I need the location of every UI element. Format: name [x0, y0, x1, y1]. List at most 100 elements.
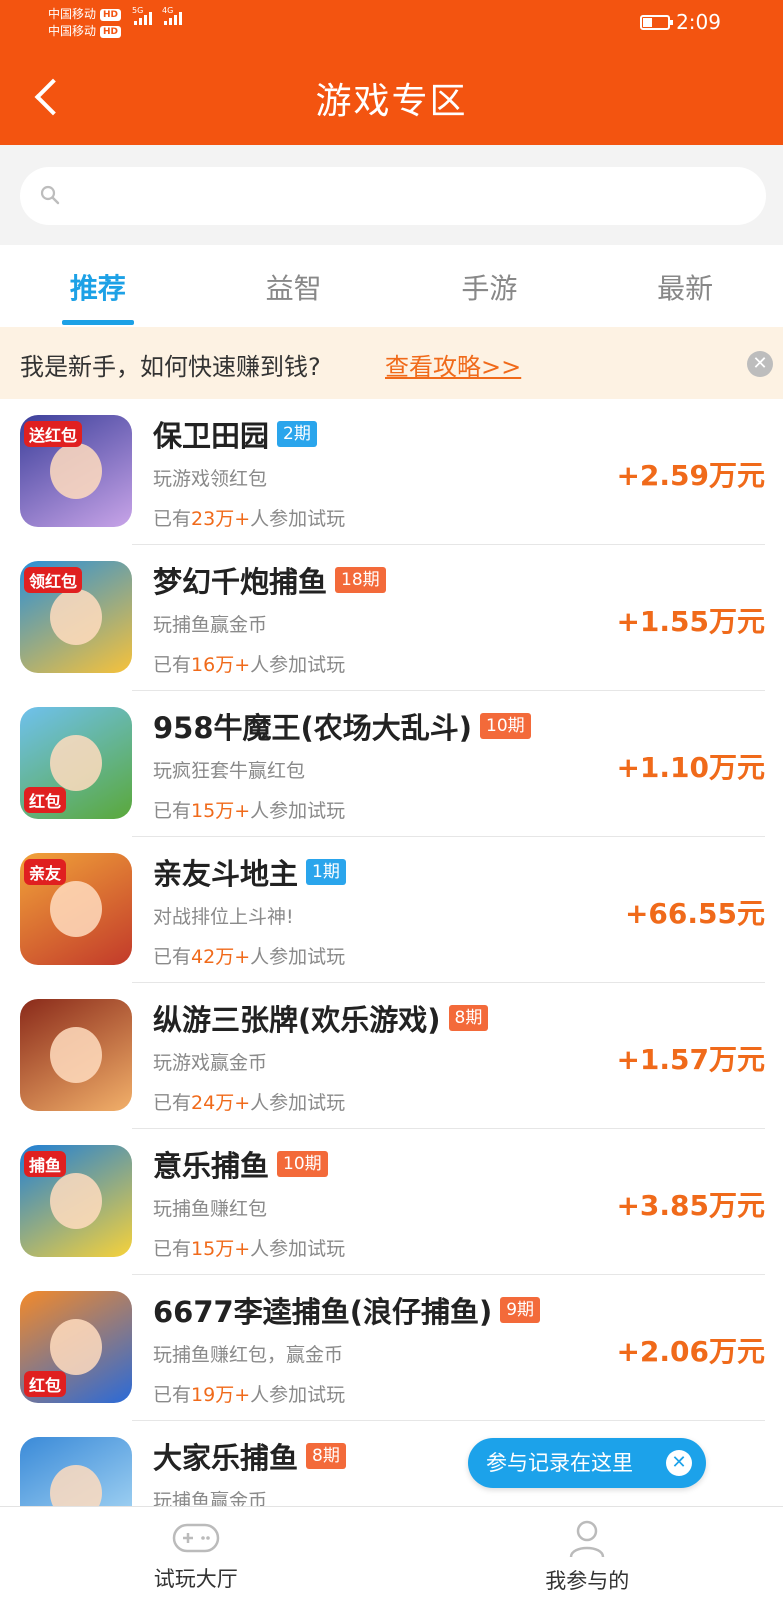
game-name: 6677李逵捕鱼(浪仔捕鱼) — [153, 1295, 493, 1329]
icon-badge: 亲友 — [24, 859, 67, 885]
game-description: 玩捕鱼赢金币 — [153, 614, 268, 636]
game-list: 送红包 保卫田园 2期 玩游戏领红包已有23万+人参加试玩 +2.59万元领红包 梦幻千炮… — [0, 399, 783, 1506]
player-count: 已有15万+人参加试玩 — [153, 800, 346, 822]
game-name: 纵游三张牌(欢乐游戏) — [153, 1003, 441, 1037]
game-icon: 捕鱼 — [20, 1145, 132, 1257]
tip-text: 参与记录在这里 — [486, 1451, 633, 1475]
player-count: 已有19万+人参加试玩 — [153, 1384, 346, 1406]
period-badge: 9期 — [500, 1297, 541, 1323]
game-name: 亲友斗地主 — [153, 857, 299, 891]
newbie-notice: 我是新手，如何快速赚到钱? 查看攻略>> ✕ — [0, 327, 783, 399]
icon-badge: 红包 — [24, 1371, 67, 1397]
nav-my-participation[interactable]: 我参与的 — [392, 1507, 783, 1600]
game-name: 大家乐捕鱼 — [153, 1441, 299, 1475]
game-list-item[interactable]: 领红包 梦幻千炮捕鱼 18期玩捕鱼赢金币已有16万+人参加试玩 +1.55万元 — [0, 545, 783, 691]
reward-amount: +3.85万元 — [616, 1189, 765, 1222]
game-list-item[interactable]: 纵游三张牌(欢乐游戏) 8期玩游戏赢金币已有24万+人参加试玩 +1.57万元 — [0, 983, 783, 1129]
game-list-item[interactable]: 红包 958牛魔王(农场大乱斗) 10期玩疯狂套牛赢红包已有15万+人参加试玩 +1.… — [0, 691, 783, 837]
game-title-row: 大家乐捕鱼 8期 — [153, 1435, 346, 1477]
game-description: 玩捕鱼赚红包，赢金币 — [153, 1344, 344, 1366]
carrier-2: 中国移动 — [48, 24, 97, 38]
game-name: 保卫田园 — [153, 419, 270, 453]
tab-3[interactable]: 最新 — [587, 245, 783, 327]
hd-badge: HD — [100, 8, 122, 21]
game-list-item[interactable]: 亲友 亲友斗地主 1期 对战排位上斗神! 已有42万+人参加试玩 +66.55元 — [0, 837, 783, 983]
player-count: 已有16万+人参加试玩 — [153, 654, 346, 676]
page-title: 游戏专区 — [315, 81, 468, 122]
search-input[interactable] — [78, 177, 738, 215]
nav-label: 试玩大厅 — [153, 1567, 238, 1591]
game-icon: 红包 — [20, 707, 132, 819]
game-list-item[interactable]: 捕鱼 意乐捕鱼 10期玩捕鱼赚红包已有15万+人参加试玩 +3.85万元 — [0, 1129, 783, 1275]
game-title-row: 958牛魔王(农场大乱斗) 10期 — [153, 705, 531, 747]
game-name: 958牛魔王(农场大乱斗) — [153, 711, 473, 745]
period-badge: 18期 — [335, 567, 386, 593]
reward-amount: +1.57万元 — [616, 1043, 765, 1076]
user-icon — [570, 1520, 605, 1558]
search-area — [0, 145, 783, 245]
close-icon[interactable]: ✕ — [666, 1450, 692, 1476]
search-icon — [40, 185, 60, 205]
game-description: 玩疯狂套牛赢红包 — [153, 760, 306, 782]
battery-icon — [640, 14, 674, 30]
reward-amount: +2.06万元 — [616, 1335, 765, 1368]
strategy-link[interactable]: 查看攻略>> — [385, 347, 521, 382]
game-icon — [20, 999, 132, 1111]
app-header: 中国移动 HD 中国移动 HD 5G 4G 2:09 游戏专区 — [0, 0, 783, 145]
game-description: 玩捕鱼赢金币 — [153, 1490, 268, 1506]
signal-icon: 5G — [132, 6, 152, 25]
game-name: 梦幻千炮捕鱼 — [153, 565, 328, 599]
player-count: 已有15万+人参加试玩 — [153, 1238, 346, 1260]
game-title-row: 意乐捕鱼 10期 — [153, 1143, 328, 1185]
reward-amount: +66.55元 — [624, 897, 765, 930]
tab-1[interactable]: 益智 — [196, 245, 392, 327]
reward-amount: +1.55万元 — [616, 605, 765, 638]
game-icon: 亲友 — [20, 853, 132, 965]
game-title-row: 梦幻千炮捕鱼 18期 — [153, 559, 386, 601]
game-title-row: 6677李逵捕鱼(浪仔捕鱼) 9期 — [153, 1289, 541, 1331]
icon-badge: 捕鱼 — [24, 1151, 67, 1177]
tab-0[interactable]: 推荐 — [0, 245, 196, 327]
game-title-row: 保卫田园 2期 — [153, 413, 317, 455]
status-bar-carriers: 中国移动 HD 中国移动 HD — [48, 6, 122, 40]
game-description: 对战排位上斗神! — [153, 906, 294, 928]
nav-trial-hall[interactable]: 试玩大厅 — [0, 1507, 392, 1600]
game-icon — [20, 1437, 132, 1506]
game-name: 意乐捕鱼 — [153, 1149, 270, 1183]
game-icon: 红包 — [20, 1291, 132, 1403]
close-icon[interactable]: ✕ — [747, 351, 773, 377]
game-title-row: 亲友斗地主 1期 — [153, 851, 346, 893]
category-tabs: 推荐 益智 手游 最新 — [0, 245, 783, 327]
period-badge: 8期 — [306, 1443, 346, 1469]
game-list-item[interactable]: 红包 6677李逵捕鱼(浪仔捕鱼) 9期玩捕鱼赚红包，赢金币 已有19万+人参加试玩 +… — [0, 1275, 783, 1421]
period-badge: 1期 — [306, 859, 346, 885]
clock: 2:09 — [676, 10, 721, 34]
game-description: 玩游戏赢金币 — [153, 1052, 268, 1074]
game-list-item[interactable]: 送红包 保卫田园 2期 玩游戏领红包已有23万+人参加试玩 +2.59万元 — [0, 399, 783, 545]
hd-badge: HD — [100, 25, 122, 38]
game-description: 玩游戏领红包 — [153, 468, 268, 490]
participation-tip[interactable]: 参与记录在这里 ✕ — [468, 1438, 706, 1488]
reward-amount: +1.10万元 — [616, 751, 765, 784]
game-description: 玩捕鱼赚红包 — [153, 1198, 268, 1220]
nav-label: 我参与的 — [545, 1569, 630, 1593]
tab-2[interactable]: 手游 — [392, 245, 588, 327]
bottom-nav: 试玩大厅 我参与的 — [0, 1506, 783, 1600]
game-title-row: 纵游三张牌(欢乐游戏) 8期 — [153, 997, 489, 1039]
search-box[interactable] — [20, 167, 766, 225]
status-bar-right: 2:09 — [640, 10, 721, 34]
icon-badge: 送红包 — [24, 421, 83, 447]
period-badge: 2期 — [277, 421, 317, 447]
period-badge: 8期 — [448, 1005, 489, 1031]
game-icon: 送红包 — [20, 415, 132, 527]
game-icon: 领红包 — [20, 561, 132, 673]
icon-badge: 红包 — [24, 787, 67, 813]
reward-amount: +2.59万元 — [616, 459, 765, 492]
signal-indicators: 5G 4G — [132, 6, 182, 25]
player-count: 已有23万+人参加试玩 — [153, 508, 346, 530]
player-count: 已有42万+人参加试玩 — [153, 946, 346, 968]
notice-text: 我是新手，如何快速赚到钱? — [20, 353, 321, 381]
period-badge: 10期 — [480, 713, 531, 739]
player-count: 已有24万+人参加试玩 — [153, 1092, 346, 1114]
icon-badge: 领红包 — [24, 567, 83, 593]
